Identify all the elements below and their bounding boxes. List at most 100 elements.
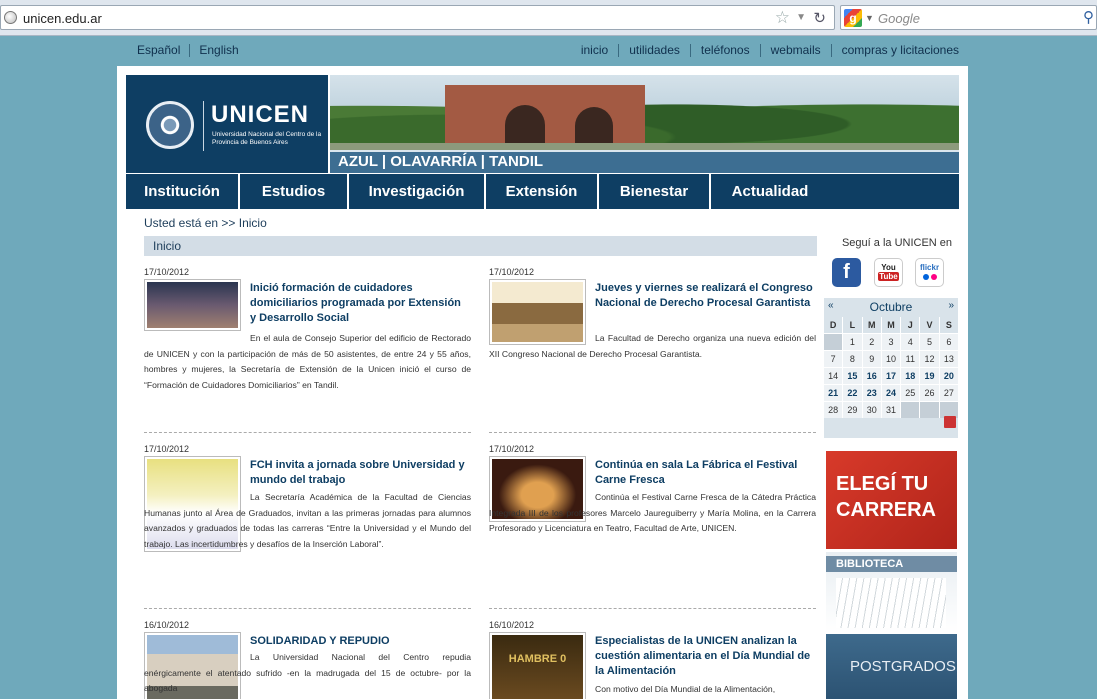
banner-caption-strip: AZUL | OLAVARRÍA | TANDIL: [330, 150, 959, 173]
calendar-day[interactable]: 1: [843, 334, 862, 350]
news-divider: [144, 608, 471, 609]
google-icon[interactable]: g: [844, 9, 862, 27]
nav-extension[interactable]: Extensión: [486, 174, 599, 209]
calendar-rss-icon[interactable]: [944, 416, 956, 428]
webmails-link[interactable]: webmails: [759, 44, 831, 57]
news-date: 17/10/2012: [489, 444, 535, 454]
calendar-day[interactable]: 25: [901, 385, 920, 401]
calendar-day[interactable]: 22: [843, 385, 862, 401]
calendar-day[interactable]: 2: [862, 334, 881, 350]
lang-english-link[interactable]: English: [189, 44, 247, 57]
news-title[interactable]: Especialistas de la UNICEN analizan la c…: [595, 634, 815, 679]
search-bar[interactable]: g ▼ Google ⚲: [840, 5, 1097, 30]
telefonos-link[interactable]: teléfonos: [689, 44, 760, 57]
calendar-day[interactable]: 31: [881, 402, 901, 418]
news-date: 17/10/2012: [144, 267, 190, 277]
calendar-day[interactable]: 24: [881, 385, 901, 401]
search-input[interactable]: Google: [878, 11, 920, 26]
calendar-day[interactable]: 8: [843, 351, 862, 367]
news-item: 17/10/2012 Continúa en sala La Fábrica e…: [489, 444, 816, 604]
calendar-day[interactable]: 28: [824, 402, 843, 418]
calendar-day[interactable]: 15: [843, 368, 862, 384]
nav-estudios[interactable]: Estudios: [240, 174, 349, 209]
calendar-day[interactable]: 11: [901, 351, 920, 367]
url-text[interactable]: unicen.edu.ar: [23, 11, 102, 26]
calendar-day[interactable]: 21: [824, 385, 843, 401]
logo-subtitle: Universidad Nacional del Centro de la Pr…: [212, 131, 322, 146]
calendar-day[interactable]: 5: [920, 334, 939, 350]
address-bar[interactable]: unicen.edu.ar ☆ ▼ ↻: [0, 5, 835, 30]
nav-bienestar[interactable]: Bienestar: [599, 174, 711, 209]
compras-link[interactable]: compras y licitaciones: [830, 44, 959, 57]
news-title[interactable]: Jueves y viernes se realizará el Congres…: [595, 281, 815, 311]
bookmark-star-icon[interactable]: ☆: [775, 8, 790, 28]
calendar-day[interactable]: 27: [939, 385, 958, 401]
section-header: Inicio: [144, 236, 817, 256]
breadcrumb: Usted está en >> Inicio: [144, 216, 267, 230]
search-icon[interactable]: ⚲: [1083, 8, 1094, 26]
lang-espanol-link[interactable]: Español: [137, 44, 189, 57]
youtube-icon[interactable]: You Tube: [874, 258, 903, 287]
calendar-day[interactable]: 6: [939, 334, 958, 350]
calendar-day-header: L: [843, 317, 862, 333]
calendar-day[interactable]: 23: [862, 385, 881, 401]
calendar-day[interactable]: 19: [920, 368, 939, 384]
calendar-day[interactable]: 14: [824, 368, 843, 384]
ad-biblioteca[interactable]: BIBLIOTECA: [826, 552, 957, 632]
news-body: En el aula de Consejo Superior del edifi…: [144, 333, 471, 390]
calendar-next-button[interactable]: »: [948, 300, 954, 311]
flickr-icon[interactable]: flickr: [915, 258, 944, 287]
search-engine-dropdown-icon[interactable]: ▼: [865, 13, 874, 23]
news-title[interactable]: SOLIDARIDAD Y REPUDIO: [250, 634, 470, 649]
calendar-day[interactable]: 4: [901, 334, 920, 350]
news-date: 17/10/2012: [489, 267, 535, 277]
calendar-day-header: J: [901, 317, 920, 333]
calendar-day[interactable]: 17: [881, 368, 901, 384]
calendar-day[interactable]: 30: [862, 402, 881, 418]
calendar-day-header: V: [920, 317, 939, 333]
calendar-day[interactable]: 26: [920, 385, 939, 401]
calendar-empty-cell: [901, 402, 920, 418]
news-divider: [489, 608, 816, 609]
news-title[interactable]: Inició formación de cuidadores domicilia…: [250, 281, 470, 326]
page-container: UNICEN Universidad Nacional del Centro d…: [117, 66, 968, 699]
ad-biblioteca-label: BIBLIOTECA: [836, 558, 904, 570]
news-item: 16/10/2012 HAMBRE 0 Especialistas de la …: [489, 620, 816, 699]
news-title[interactable]: Continúa en sala La Fábrica el Festival …: [595, 458, 815, 488]
news-thumbnail[interactable]: [144, 279, 241, 331]
ad-postgrados[interactable]: POSTGRADOS: [826, 634, 957, 699]
reload-icon[interactable]: ↻: [813, 9, 826, 27]
facebook-icon[interactable]: f: [832, 258, 861, 287]
utilidades-link[interactable]: utilidades: [618, 44, 690, 57]
calendar-day[interactable]: 29: [843, 402, 862, 418]
calendar-grid: D L M M J V S 1 2 3 4 5 6 7 8 9 10 11 12 13 14 15 16 17 18 19 20 21…: [824, 317, 958, 418]
news-title[interactable]: FCH invita a jornada sobre Universidad y…: [250, 458, 470, 488]
nav-institucion[interactable]: Institución: [126, 174, 240, 209]
calendar-day[interactable]: 10: [881, 351, 901, 367]
event-calendar: Octubre « » D L M M J V S 1 2 3 4 5 6 7 8 9 10 11 12 13 14 15…: [824, 298, 958, 438]
site-logo[interactable]: UNICEN Universidad Nacional del Centro d…: [126, 75, 328, 173]
nav-actualidad[interactable]: Actualidad: [711, 174, 829, 209]
calendar-prev-button[interactable]: «: [828, 300, 834, 311]
main-navigation: Institución Estudios Investigación Exten…: [126, 174, 959, 209]
calendar-day[interactable]: 12: [920, 351, 939, 367]
globe-icon: [4, 11, 17, 24]
calendar-day[interactable]: 7: [824, 351, 843, 367]
calendar-day[interactable]: 16: [862, 368, 881, 384]
calendar-month: Octubre: [869, 300, 913, 314]
inicio-link[interactable]: inicio: [571, 44, 618, 57]
calendar-day[interactable]: 18: [901, 368, 920, 384]
calendar-day[interactable]: 13: [939, 351, 958, 367]
calendar-day[interactable]: 9: [862, 351, 881, 367]
news-item: 17/10/2012 FCH invita a jornada sobre Un…: [144, 444, 471, 604]
calendar-day[interactable]: 20: [939, 368, 958, 384]
ad-elegi-tu-carrera[interactable]: ELEGÍ TU CARRERA: [826, 451, 957, 549]
calendar-day[interactable]: 3: [881, 334, 901, 350]
logo-name: UNICEN: [211, 101, 310, 128]
news-divider: [489, 432, 816, 433]
history-dropdown-icon[interactable]: ▼: [796, 12, 806, 23]
calendar-day-header: D: [824, 317, 843, 333]
news-divider: [144, 432, 471, 433]
nav-investigacion[interactable]: Investigación: [349, 174, 486, 209]
banner-building: [445, 85, 645, 145]
